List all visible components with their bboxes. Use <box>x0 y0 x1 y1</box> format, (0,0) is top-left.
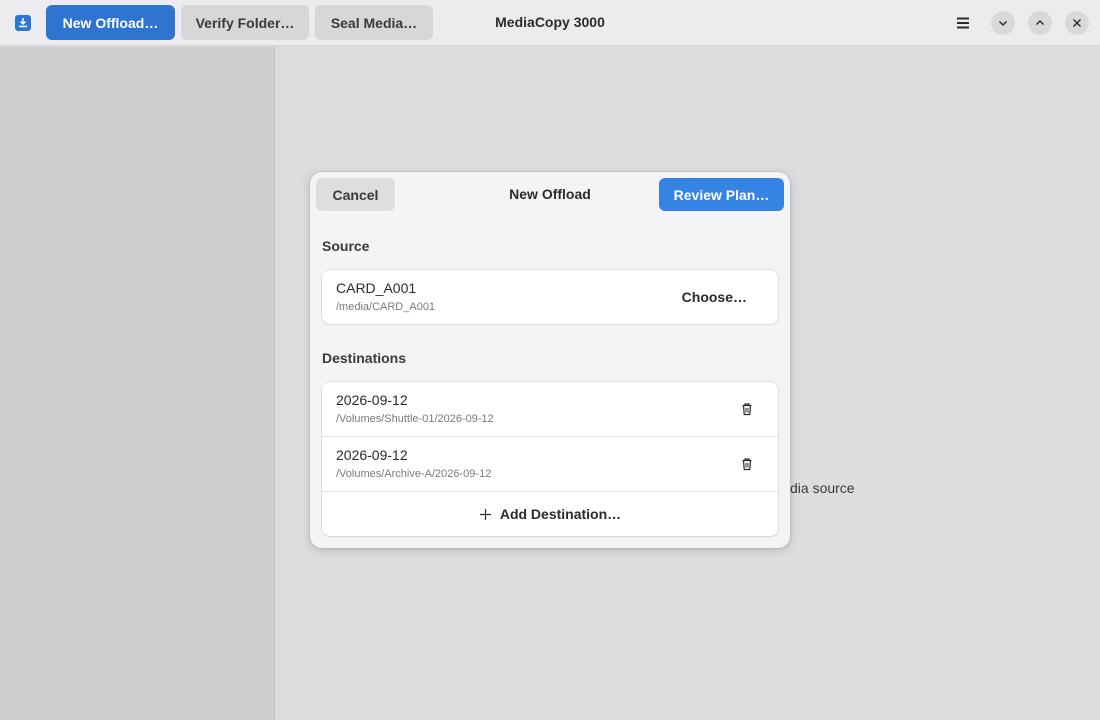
add-destination-label: Add Destination… <box>499 506 622 522</box>
close-icon <box>1073 19 1081 27</box>
destinations-card: 2026-09-12 /Volumes/Shuttle-01/2026-09-1… <box>322 382 778 536</box>
destination-row: 2026-09-12 /Volumes/Archive-A/2026-09-12 <box>322 437 778 492</box>
cancel-button[interactable]: Cancel <box>316 178 395 211</box>
close-button[interactable] <box>1065 11 1089 35</box>
seal-media-button[interactable]: Seal Media… <box>315 5 433 40</box>
source-row: CARD_A001 /media/CARD_A001 Choose… <box>322 270 778 324</box>
new-offload-dialog: Cancel New Offload Review Plan… Source C… <box>310 172 790 548</box>
destination-name: 2026-09-12 <box>336 447 408 463</box>
plus-icon <box>479 508 491 520</box>
source-name: CARD_A001 <box>336 280 417 296</box>
destination-name: 2026-09-12 <box>336 392 408 408</box>
destination-row: 2026-09-12 /Volumes/Shuttle-01/2026-09-1… <box>322 382 778 437</box>
trash-icon[interactable] <box>740 402 754 416</box>
header-bar: New Offload… Verify Folder… Seal Media… … <box>0 0 1100 46</box>
source-card: CARD_A001 /media/CARD_A001 Choose… <box>322 270 778 324</box>
verify-folder-button[interactable]: Verify Folder… <box>181 5 309 40</box>
add-destination-button[interactable]: Add Destination… <box>322 492 778 536</box>
chevron-down-icon <box>999 21 1007 26</box>
source-section-label: Source <box>322 238 370 254</box>
minimize-button[interactable] <box>991 11 1015 35</box>
source-path: /media/CARD_A001 <box>336 301 436 313</box>
destination-path: /Volumes/Archive-A/2026-09-12 <box>336 468 492 480</box>
choose-source-button[interactable]: Choose… <box>682 289 747 305</box>
chevron-up-icon <box>1036 20 1044 25</box>
download-icon <box>15 15 31 31</box>
maximize-button[interactable] <box>1028 11 1052 35</box>
trash-icon[interactable] <box>740 457 754 471</box>
new-offload-button[interactable]: New Offload… <box>46 5 175 40</box>
destinations-section-label: Destinations <box>322 350 407 366</box>
window-title: MediaCopy 3000 <box>495 14 605 30</box>
review-plan-button[interactable]: Review Plan… <box>659 178 784 211</box>
dialog-title: New Offload <box>509 186 591 202</box>
background-hint-text: dia source <box>790 480 855 496</box>
hamburger-menu-icon[interactable] <box>953 13 973 33</box>
sidebar <box>0 47 275 720</box>
destination-path: /Volumes/Shuttle-01/2026-09-12 <box>336 413 494 425</box>
